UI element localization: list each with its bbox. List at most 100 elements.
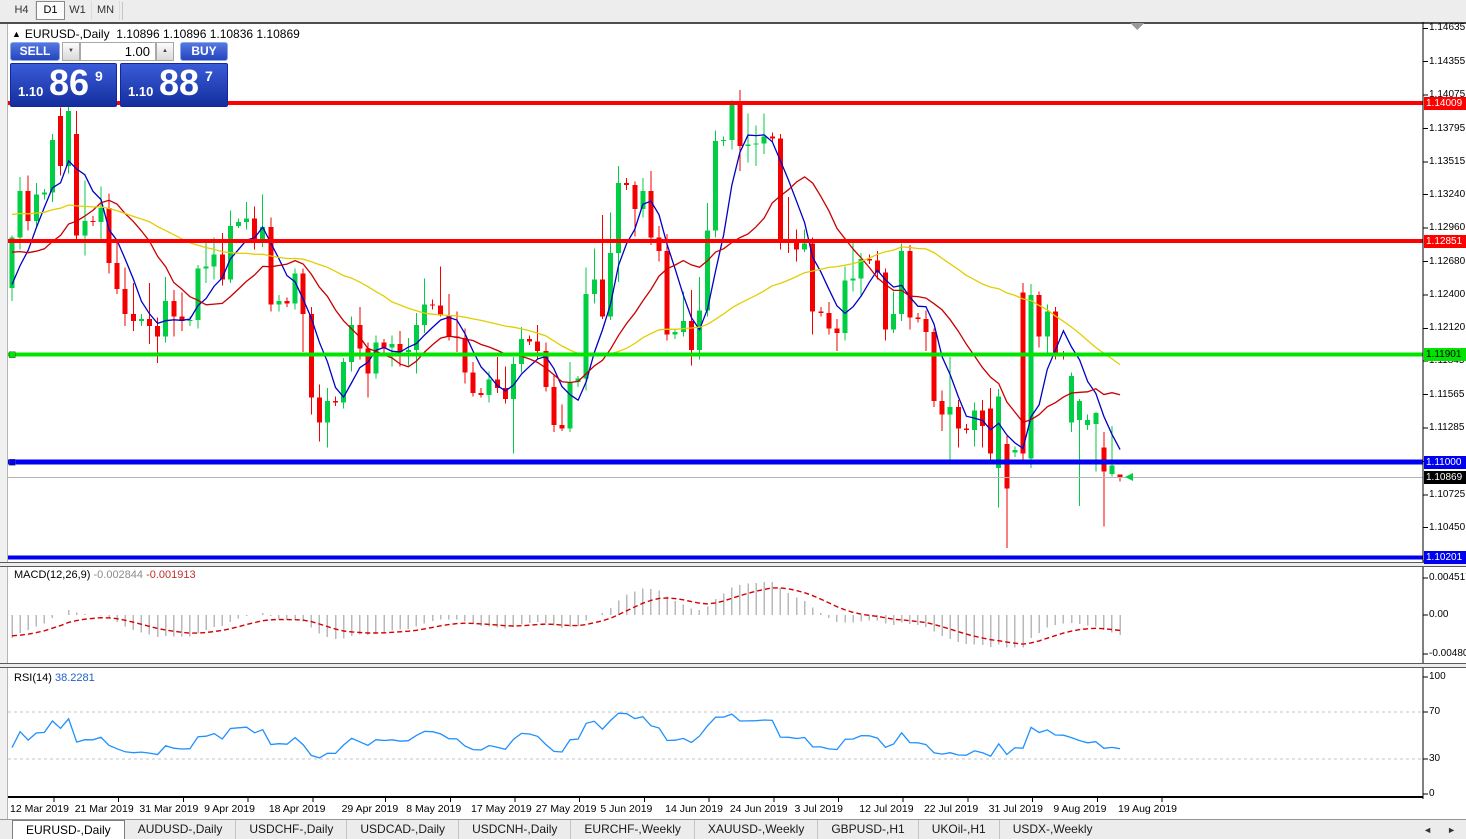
chart-shift-marker-icon (1130, 23, 1144, 30)
candle-body (761, 136, 767, 144)
candle-body (300, 273, 306, 315)
candle-body (187, 320, 193, 322)
candle-body (737, 104, 743, 146)
price-axis-label: 1.12960 (1429, 222, 1466, 234)
tab-eurchf-weekly[interactable]: EURCHF-,Weekly (570, 820, 693, 839)
rsi-scale-label: 0 (1429, 788, 1435, 799)
candle-body (324, 401, 330, 423)
candle-body (907, 250, 913, 318)
candle-body (527, 339, 533, 342)
sell-button[interactable]: SELL (10, 42, 60, 61)
price-axis-label: 1.12120 (1429, 322, 1466, 334)
candle-body (138, 318, 144, 322)
macd-signal-line (11, 587, 1121, 645)
sell-price-box[interactable]: 1.10 86 9 (10, 63, 117, 107)
candle-body (1069, 376, 1075, 423)
candle-body (421, 304, 427, 325)
macd-scale-label: -0.004806 (1429, 648, 1466, 660)
candle-body (389, 343, 395, 348)
sell-price-big: 86 (49, 63, 90, 103)
date-axis-label: 5 Jun 2019 (600, 803, 653, 815)
volume-input[interactable] (80, 42, 156, 61)
candle-body (721, 139, 727, 142)
candle-body (510, 364, 516, 399)
macd-main-value: -0.002844 (93, 569, 144, 581)
candle-body (632, 185, 638, 210)
tab-usdcad-daily[interactable]: USDCAD-,Daily (346, 820, 458, 839)
buy-price-box[interactable]: 1.10 88 7 (120, 63, 228, 107)
price-axis-label: 1.13515 (1429, 155, 1466, 167)
symbol-ohlc-line: ▲ EURUSD-,Daily 1.10896 1.10896 1.10836 1… (12, 27, 300, 41)
price-axis-label: 1.14355 (1429, 55, 1466, 67)
volume-down-spinner[interactable]: ▼ (62, 42, 80, 61)
candle-body (478, 392, 484, 396)
candle-body (25, 191, 31, 221)
chart-canvas[interactable] (0, 0, 1466, 839)
candle-body (769, 136, 775, 139)
price-axis-label: 1.14635 (1429, 22, 1466, 34)
collapse-panel-icon[interactable]: ▲ (12, 29, 21, 39)
date-axis-label: 22 Jul 2019 (923, 803, 979, 815)
candle-body (915, 317, 921, 319)
candle-body (947, 407, 953, 415)
candle-body (98, 207, 104, 223)
candle-body (49, 139, 55, 193)
date-axis-label: 17 May 2019 (471, 803, 532, 815)
tab-gbpusd-h1[interactable]: GBPUSD-,H1 (817, 820, 917, 839)
candle-body (672, 331, 678, 335)
date-axis-label: 12 Jul 2019 (859, 803, 914, 815)
candle-body (664, 250, 670, 335)
candle-body (971, 410, 977, 430)
candle-body (413, 324, 419, 350)
candle-body (753, 143, 759, 145)
candle-body (195, 268, 201, 321)
volume-up-spinner[interactable]: ▲ (156, 42, 174, 61)
buy-button[interactable]: BUY (180, 42, 228, 61)
tab-eurusd-daily[interactable]: EURUSD-,Daily (12, 820, 125, 839)
candle-body (680, 321, 686, 332)
hline-handle[interactable] (8, 458, 16, 466)
candle-body (66, 111, 72, 167)
candle-body (745, 144, 751, 146)
candle-body (17, 191, 23, 238)
candle-body (1020, 292, 1026, 454)
price-axis-label: 1.11565 (1429, 388, 1465, 400)
candle-body (648, 191, 654, 238)
tab-usdx-weekly[interactable]: USDX-,Weekly (998, 820, 1106, 839)
candle-body (583, 293, 589, 379)
candle-body (122, 289, 128, 315)
tab-ukoil-h1[interactable]: UKOil-,H1 (917, 820, 999, 839)
candlestick-series (9, 89, 1123, 548)
macd-scale-label: 0.004517 (1429, 572, 1466, 584)
candle-body (713, 141, 719, 231)
candle-body (931, 331, 937, 402)
price-axis-label: 1.10450 (1429, 521, 1466, 533)
date-axis-label: 9 Apr 2019 (204, 803, 255, 815)
candle-body (33, 194, 39, 221)
macd-signal-value: -0.001913 (146, 569, 196, 581)
price-axis-label: 1.11285 (1429, 422, 1465, 433)
tab-usdcnh-daily[interactable]: USDCNH-,Daily (458, 820, 570, 839)
moving-average-line-40 (11, 204, 1121, 366)
candle-body (203, 266, 209, 269)
price-axis-label: 1.13795 (1429, 122, 1466, 134)
candle-body (567, 382, 573, 429)
candle-body (292, 273, 298, 304)
candle-body (591, 279, 597, 294)
candle-body (171, 300, 177, 317)
candle-body (130, 314, 136, 322)
moving-average-line-5 (11, 134, 1121, 450)
price-badge-1.12851: 1.12851 (1424, 234, 1466, 248)
tab-xauusd-weekly[interactable]: XAUUSD-,Weekly (693, 820, 817, 839)
tab-scroll-left-icon[interactable]: ◄ (1423, 825, 1432, 835)
macd-window-separator[interactable] (0, 562, 1466, 567)
tab-usdchf-daily[interactable]: USDCHF-,Daily (235, 820, 346, 839)
rsi-window-separator[interactable] (0, 663, 1466, 668)
candle-body (1036, 294, 1042, 337)
tab-audusd-daily[interactable]: AUDUSD-,Daily (125, 820, 236, 839)
tab-scroll-right-icon[interactable]: ► (1447, 825, 1456, 835)
hline-handle[interactable] (8, 351, 16, 358)
price-axis-label: 1.13240 (1429, 188, 1466, 200)
candle-body (316, 397, 322, 423)
macd-scale-label: 0.00 (1429, 609, 1449, 620)
